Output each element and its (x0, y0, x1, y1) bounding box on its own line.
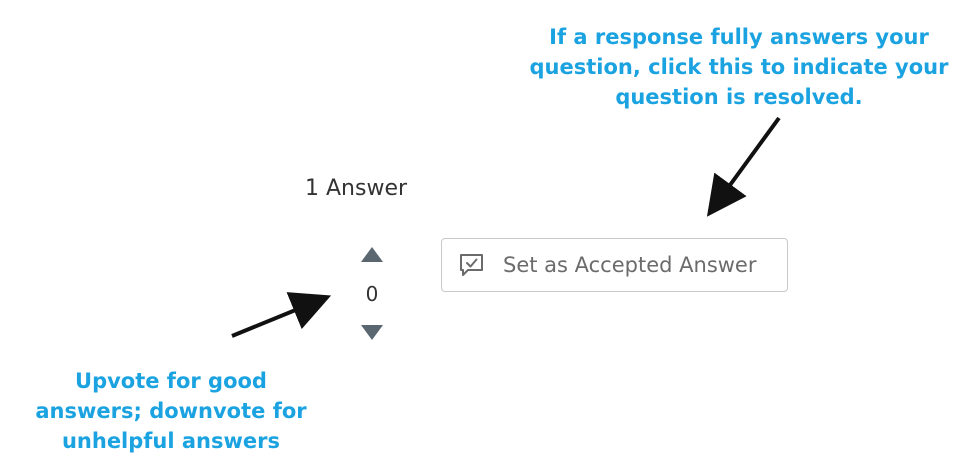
set-accepted-answer-button[interactable]: Set as Accepted Answer (441, 238, 788, 292)
vote-tip: Upvote for good answers; downvote for un… (35, 369, 307, 453)
vote-tip-arrow (231, 292, 332, 338)
vote-count: 0 (365, 282, 379, 306)
accept-answer-tip: If a response fully answers your questio… (529, 25, 949, 109)
set-accepted-answer-label: Set as Accepted Answer (503, 253, 757, 277)
upvote-button[interactable] (361, 247, 383, 262)
chat-check-icon (458, 251, 486, 279)
answers-count: 1 Answer (305, 176, 408, 201)
vote-widget: 0 (352, 244, 392, 348)
accept-tip-arrow (706, 116, 781, 217)
downvote-button[interactable] (361, 325, 383, 340)
